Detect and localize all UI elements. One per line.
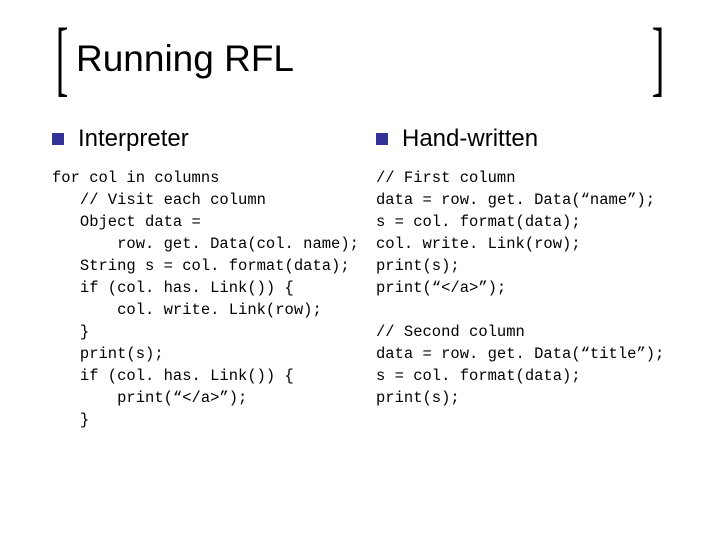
bracket-left-icon: [	[56, 30, 69, 89]
slide-title: Running RFL	[72, 38, 648, 80]
square-bullet-icon	[376, 133, 388, 145]
slide: [ Running RFL ] Interpreter for col in c…	[0, 0, 720, 540]
left-column: Interpreter for col in columns // Visit …	[52, 125, 348, 431]
right-heading: Hand-written	[402, 125, 538, 153]
left-code-block: for col in columns // Visit each column …	[52, 167, 348, 431]
left-heading: Interpreter	[78, 125, 189, 153]
bracket-right-icon: ]	[652, 30, 665, 89]
left-heading-row: Interpreter	[52, 125, 348, 153]
right-code-block: // First column data = row. get. Data(“n…	[376, 167, 672, 409]
columns-container: Interpreter for col in columns // Visit …	[48, 125, 672, 431]
right-column: Hand-written // First column data = row.…	[376, 125, 672, 431]
square-bullet-icon	[52, 133, 64, 145]
slide-title-container: [ Running RFL ]	[48, 30, 672, 89]
right-heading-row: Hand-written	[376, 125, 672, 153]
